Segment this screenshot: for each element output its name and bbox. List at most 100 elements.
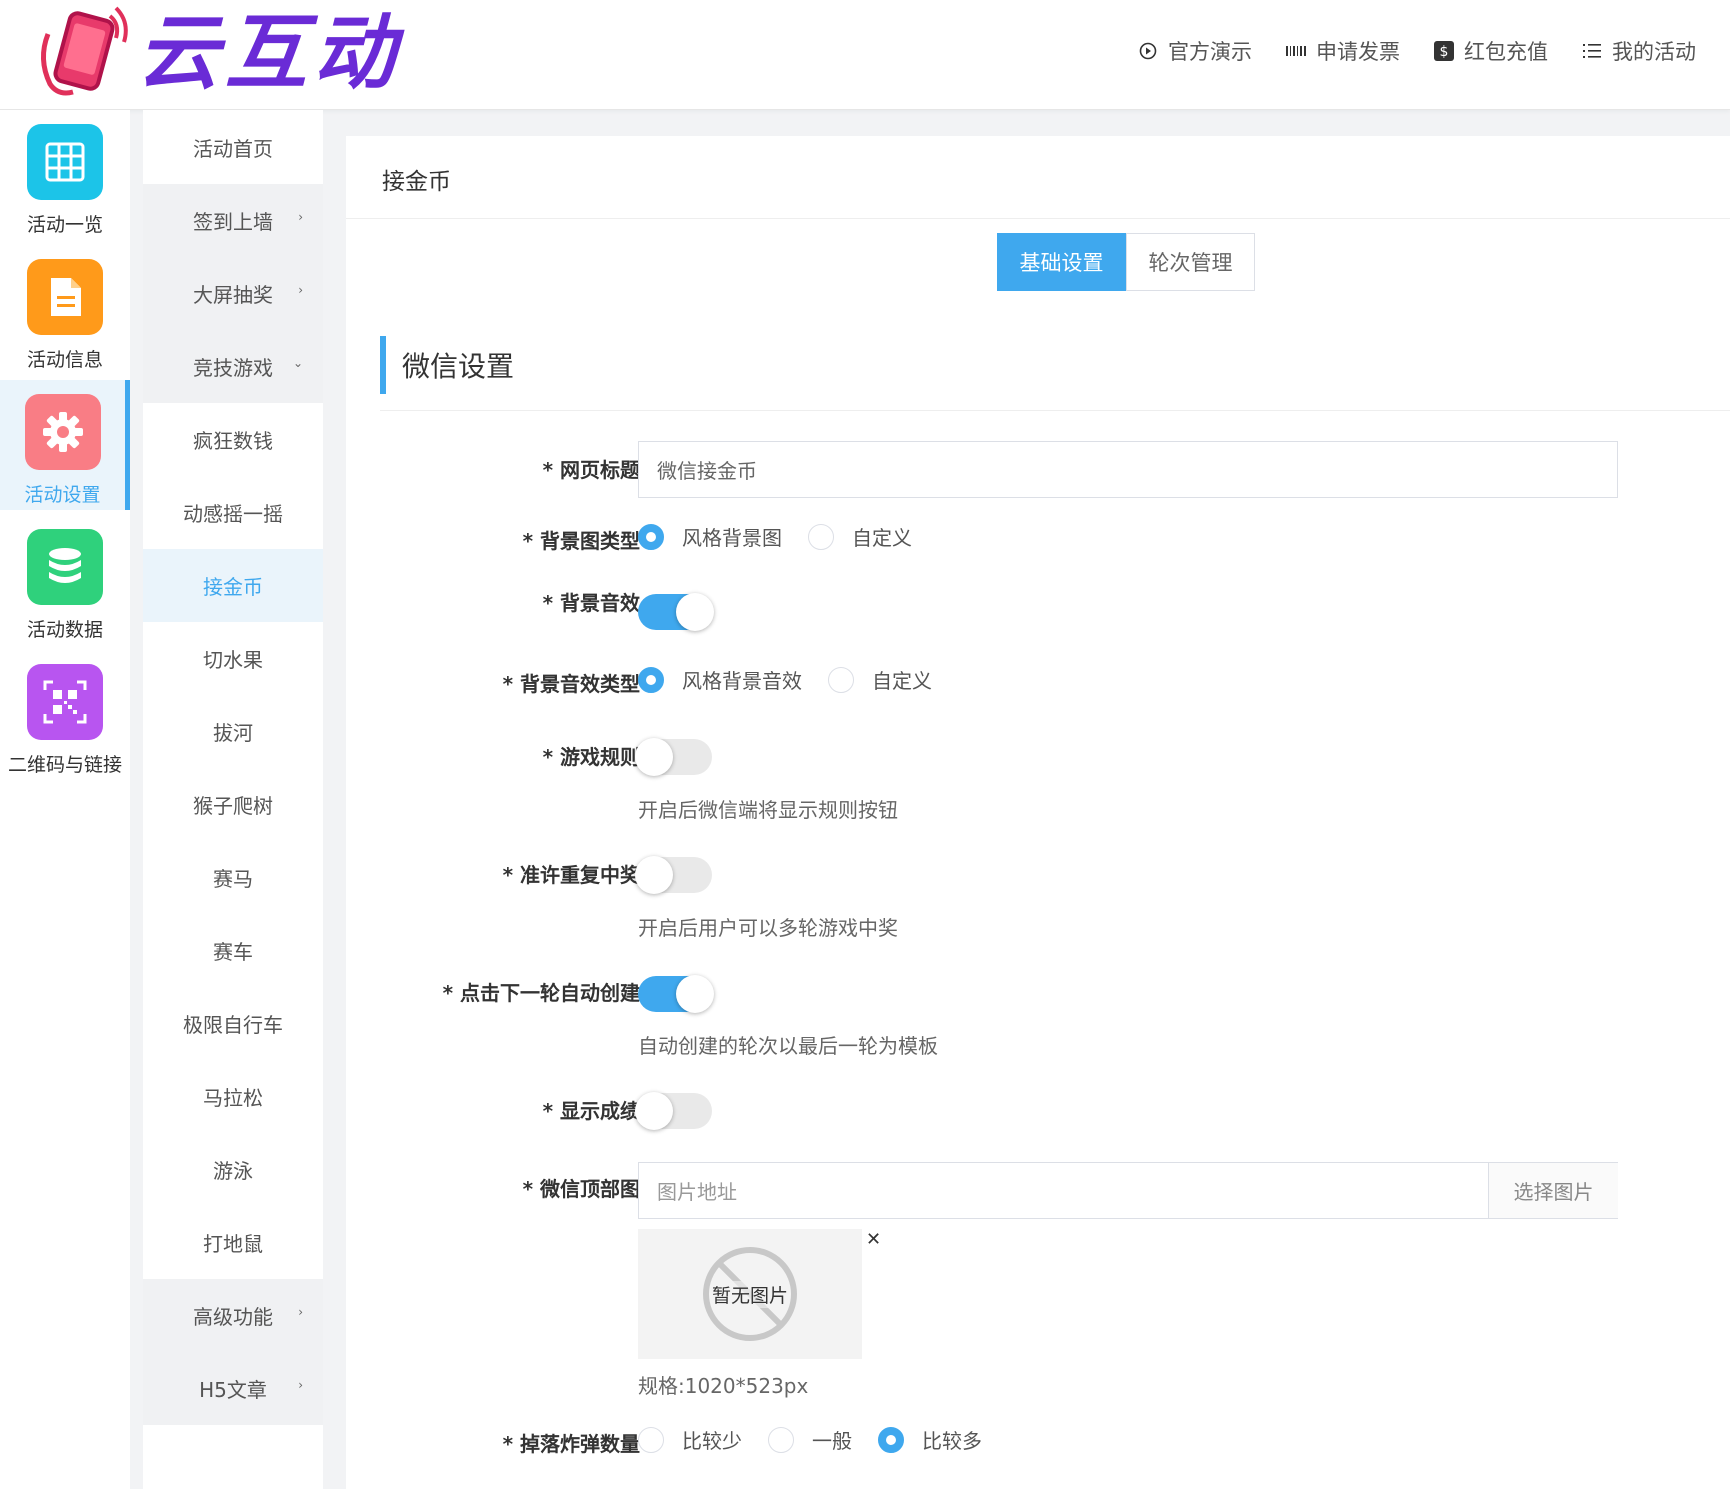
document-icon	[27, 259, 103, 335]
nav-my-activities[interactable]: 我的活动	[1582, 36, 1696, 66]
submenu: 活动首页 签到上墙 › 大屏抽奖 › 竞技游戏 ⌄ 疯狂数钱 动感摇一摇 接金币 切水…	[143, 110, 323, 1489]
submenu-label: H5文章	[199, 1378, 267, 1402]
nav-label: 我的活动	[1612, 40, 1696, 64]
submenu-item[interactable]: 大屏抽奖 ›	[143, 257, 323, 330]
sidebar-item-label: 二维码与链接	[7, 754, 122, 776]
radio-bomb-normal[interactable]	[768, 1426, 794, 1453]
show-score-label: * 显示成绩	[542, 1099, 640, 1123]
brand-name: 云互动	[137, 6, 401, 101]
section-accent-bar	[380, 336, 386, 394]
submenu-label: 接金币	[203, 575, 263, 599]
sidebar-item-overview[interactable]: 活动一览	[0, 110, 130, 240]
radio-sound-style[interactable]	[638, 666, 664, 693]
submenu-item[interactable]: 竞技游戏 ⌄	[143, 330, 323, 403]
panel-title: 接金币	[382, 169, 451, 195]
submenu-item[interactable]: 疯狂数钱	[143, 403, 323, 476]
gear-icon	[24, 394, 101, 470]
radio-label: 自定义	[872, 669, 932, 693]
toggle-knob	[676, 593, 714, 631]
nav-recharge[interactable]: $ 红包充值	[1434, 36, 1548, 66]
radio-label: 比较少	[682, 1429, 742, 1453]
bg-sound-toggle[interactable]	[638, 593, 714, 631]
section-title: 微信设置	[402, 350, 515, 383]
radio-label: 自定义	[852, 526, 912, 550]
submenu-label: 切水果	[203, 648, 263, 672]
auto-create-toggle[interactable]	[638, 975, 714, 1013]
sidebar-item-qrcode[interactable]: 二维码与链接	[0, 650, 130, 780]
submenu-item[interactable]: 高级功能 ›	[143, 1279, 323, 1352]
submenu-item[interactable]: 打地鼠	[143, 1206, 323, 1279]
sidebar-item-label: 活动信息	[26, 349, 103, 371]
show-score-toggle[interactable]	[635, 1092, 712, 1130]
submenu-item[interactable]: 赛马	[143, 841, 323, 914]
sidebar-item-info[interactable]: 活动信息	[0, 245, 130, 375]
top-image-label: * 微信顶部图	[522, 1177, 640, 1201]
page-title-input[interactable]: 微信接金币	[638, 441, 1618, 498]
tab-round-management[interactable]: 轮次管理	[1126, 233, 1255, 291]
game-rules-toggle[interactable]	[635, 738, 712, 776]
radio-sound-custom[interactable]	[828, 666, 854, 693]
auto-create-label: * 点击下一轮自动创建	[442, 981, 640, 1005]
sidebar-item-settings[interactable]: 活动设置	[0, 380, 130, 510]
radio-bg-style[interactable]	[638, 523, 664, 550]
submenu-label: 拔河	[213, 721, 253, 745]
chevron-right-icon: ›	[298, 210, 303, 224]
main-sidebar: 活动一览 活动信息 活动设置 活动数据 二维码与链接	[0, 110, 130, 1489]
repeat-win-label: * 准许重复中奖	[502, 863, 640, 887]
bg-type-radio-group: 风格背景图 自定义	[638, 522, 938, 551]
submenu-item[interactable]: H5文章 ›	[143, 1352, 323, 1425]
chevron-down-icon: ⌄	[292, 356, 303, 370]
submenu-item[interactable]: 切水果	[143, 622, 323, 695]
radio-label: 风格背景音效	[682, 669, 802, 693]
radio-label: 一般	[812, 1429, 852, 1453]
submenu-item[interactable]: 签到上墙 ›	[143, 184, 323, 257]
top-image-url-input[interactable]: 图片地址	[638, 1162, 1618, 1219]
submenu-item[interactable]: 游泳	[143, 1133, 323, 1206]
sidebar-item-label: 活动设置	[24, 484, 101, 506]
bomb-count-radio-group: 比较少 一般 比较多	[638, 1425, 1008, 1454]
submenu-item[interactable]: 动感摇一摇	[143, 476, 323, 549]
bomb-count-label: * 掉落炸弹数量	[502, 1432, 640, 1456]
input-placeholder: 图片地址	[657, 1180, 737, 1204]
logo-phone-icon	[41, 6, 128, 96]
toggle-knob	[635, 738, 673, 776]
submenu-item-active[interactable]: 接金币	[143, 549, 323, 622]
submenu-label: 赛马	[213, 867, 253, 891]
bg-sound-label: * 背景音效	[542, 591, 640, 615]
submenu-item[interactable]: 马拉松	[143, 1060, 323, 1133]
nav-official-demo[interactable]: 官方演示	[1138, 36, 1252, 66]
submenu-label: 马拉松	[203, 1086, 263, 1110]
submenu-label: 赛车	[213, 940, 253, 964]
submenu-label: 活动首页	[193, 137, 273, 161]
divider	[346, 218, 1730, 219]
submenu-item[interactable]: 拔河	[143, 695, 323, 768]
image-spec-hint: 规格:1020*523px	[638, 1374, 809, 1398]
radio-bomb-many[interactable]	[878, 1426, 904, 1453]
nav-invoice[interactable]: 申请发票	[1286, 36, 1400, 66]
tab-bar: 基础设置 轮次管理	[997, 233, 1255, 291]
select-image-button[interactable]: 选择图片	[1488, 1163, 1618, 1218]
nav-label: 官方演示	[1168, 40, 1252, 64]
radio-label: 风格背景图	[682, 526, 782, 550]
remove-image-icon[interactable]: ✕	[866, 1229, 881, 1250]
svg-text:$: $	[1440, 44, 1449, 60]
play-circle-icon	[1138, 41, 1158, 61]
submenu-item[interactable]: 猴子爬树	[143, 768, 323, 841]
radio-bg-custom[interactable]	[808, 523, 834, 550]
grid-icon	[27, 124, 103, 200]
game-rules-hint: 开启后微信端将显示规则按钮	[638, 798, 898, 822]
sidebar-item-data[interactable]: 活动数据	[0, 515, 130, 645]
top-nav: 官方演示 申请发票 $ 红包充值 我的活动	[1138, 36, 1696, 66]
repeat-win-hint: 开启后用户可以多轮游戏中奖	[638, 916, 898, 940]
submenu-item[interactable]: 赛车	[143, 914, 323, 987]
submenu-item[interactable]: 极限自行车	[143, 987, 323, 1060]
repeat-win-toggle[interactable]	[635, 856, 712, 894]
tab-basic-settings[interactable]: 基础设置	[997, 233, 1126, 291]
radio-bomb-few[interactable]	[638, 1426, 664, 1453]
submenu-item[interactable]: 活动首页	[143, 111, 323, 184]
submenu-label: 动感摇一摇	[183, 502, 283, 526]
submenu-label: 猴子爬树	[193, 794, 273, 818]
chevron-right-icon: ›	[298, 1378, 303, 1392]
submenu-label: 打地鼠	[203, 1232, 263, 1256]
database-icon	[27, 529, 103, 605]
